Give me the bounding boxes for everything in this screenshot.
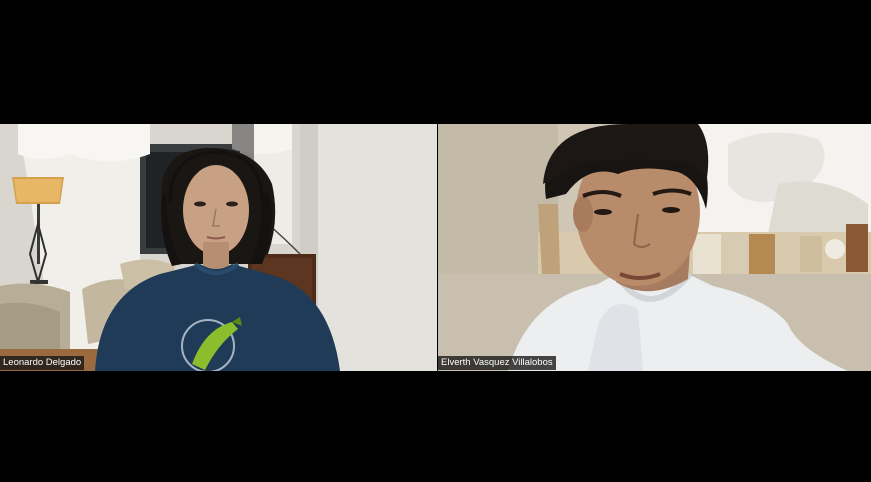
participant-tile-leonardo-delgado[interactable]: Leonardo Delgado [0,124,437,371]
participant-name-label: Elverth Vasquez Villalobos [438,356,556,370]
participant-tile-elverth-vasquez-villalobos[interactable]: Elverth Vasquez Villalobos [438,124,871,371]
participant-video-feed [438,124,871,371]
participant-name-label: Leonardo Delgado [0,356,85,370]
meeting-stage: Leonardo Delgado Elverth Vasquez Villalo… [0,0,871,482]
participant-video-feed [0,124,437,371]
